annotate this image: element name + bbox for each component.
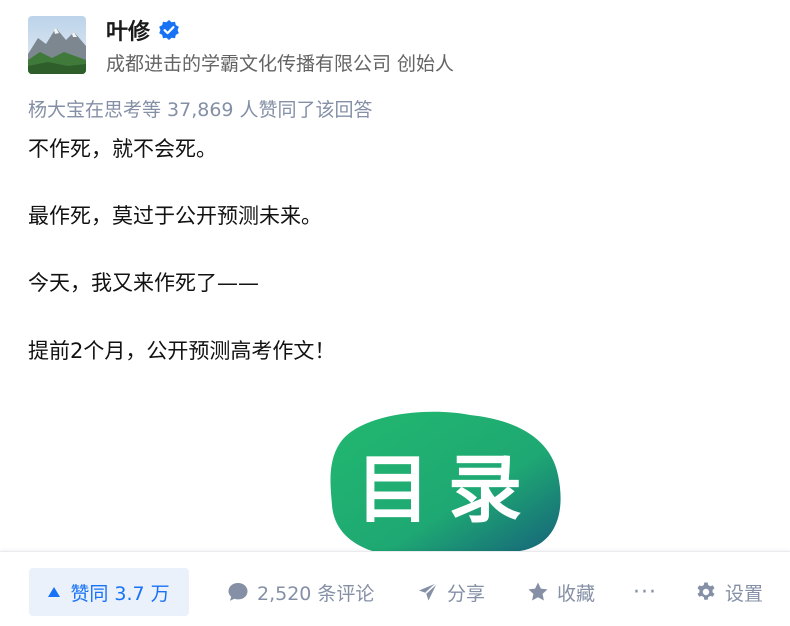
share-button[interactable]: 分享 [417,568,485,616]
more-button[interactable]: ··· [633,568,657,616]
avatar[interactable] [28,16,86,74]
vote-up-label: 赞同 3.7 万 [70,582,170,605]
answer-paragraph: 不作死，就不会死。 [28,137,217,161]
comment-label: 2,520 条评论 [257,582,375,605]
collect-button[interactable]: 收藏 [527,568,595,616]
comment-button[interactable]: 2,520 条评论 [227,568,374,616]
image-caption: 目录 [356,447,540,533]
author-headline: 成都进击的学霸文化传播有限公司 创始人 [106,53,455,75]
answer-paragraph: 今天，我又来作死了—— [28,271,259,295]
answer-action-bar: 赞同 3.7 万 2,520 条评论 分享 收藏 ··· 设置 [0,551,790,626]
share-label: 分享 [447,582,486,605]
answer-image[interactable]: 目录 [320,405,570,555]
star-icon [528,582,548,601]
collect-label: 收藏 [557,582,596,605]
author-name[interactable]: 叶修 [106,14,150,46]
voters-line[interactable]: 杨大宝在思考等 37,869 人赞同了该回答 [28,95,373,122]
settings-button[interactable]: 设置 [695,568,763,616]
more-icon: ··· [633,579,657,605]
gear-icon [697,582,715,600]
verified-badge-icon [158,19,180,41]
comment-icon [228,583,248,601]
author-name-row: 叶修 [106,14,180,46]
settings-label: 设置 [725,582,764,605]
answer-paragraph: 最作死，莫过于公开预测未来。 [28,204,322,228]
vote-up-button[interactable]: 赞同 3.7 万 [29,568,189,616]
upvote-arrow-icon [48,587,61,597]
answer-paragraph: 提前2个月，公开预测高考作文！ [28,339,336,363]
paper-plane-icon [419,582,438,601]
